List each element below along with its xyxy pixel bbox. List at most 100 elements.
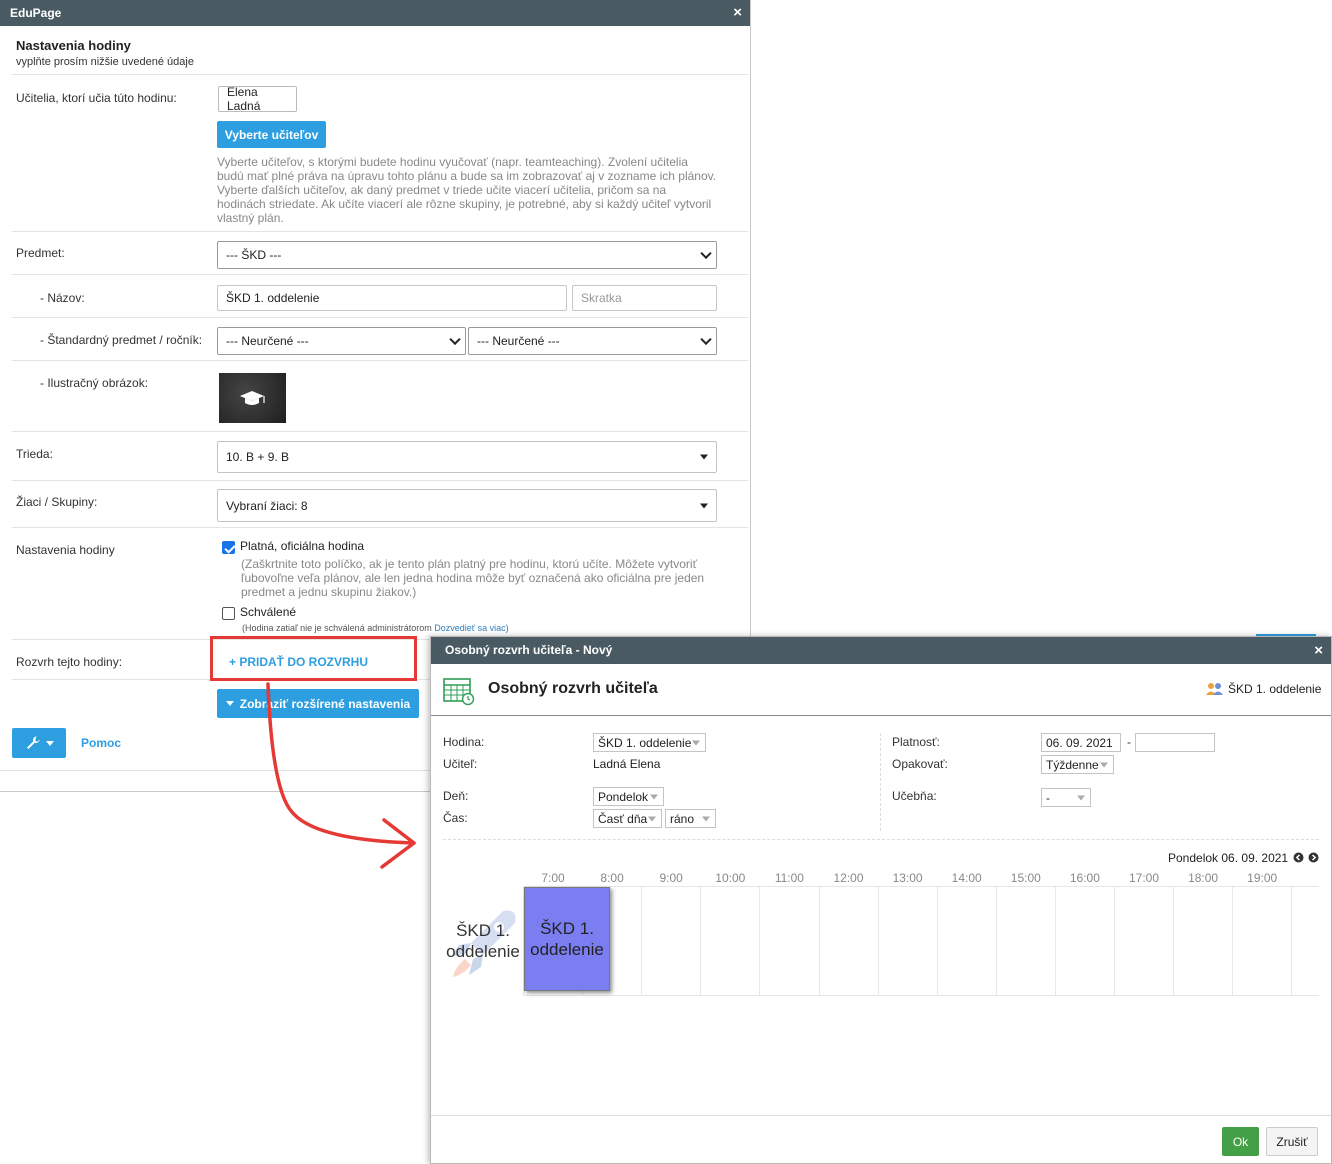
hint-line: vlastný plán. [217,211,284,225]
grid-column-line [1054,886,1056,996]
hour-label: 7:00 [541,871,565,885]
timeline-grid[interactable] [523,886,1319,996]
divider [12,231,748,232]
hour-label: 17:00 [1128,871,1160,885]
approved-checkbox[interactable] [222,607,235,620]
teacher-chip[interactable]: Elena Ladná [218,85,297,113]
learn-more-link[interactable]: Dozvedieť sa viac) [434,623,508,633]
caret-down-icon [1077,795,1085,800]
prev-day-icon[interactable] [1293,852,1304,863]
next-day-icon[interactable] [1308,852,1319,863]
grade-select[interactable]: --- Neurčené --- [468,327,717,355]
name-input[interactable]: ŠKD 1. oddelenie [217,285,567,311]
advanced-settings-button[interactable]: Zobraziť rozšírené nastavenia [217,689,419,718]
cas-select[interactable]: Časť dňa [593,809,662,828]
hint-line: hodinách striedate. Ak učíte viacerí ale… [217,197,712,211]
page-subtitle: vyplňte prosím nižšie uvedené údaje [16,56,194,68]
row-label: ŠKD 1. oddelenie [443,920,523,962]
divider [12,480,748,481]
standard-subject-label: - Štandardný predmet / ročník: [40,333,203,347]
row-label-line: oddelenie [446,942,520,961]
advanced-settings-label: Zobraziť rozšírené nastavenia [239,696,411,711]
divider [443,839,1319,840]
grade-value: --- Neurčené --- [477,334,560,348]
official-checkbox[interactable] [222,541,235,554]
subject-select[interactable]: --- ŠKD --- [217,241,717,269]
hodina-value: ŠKD 1. oddelenie [598,735,692,750]
wrench-icon [26,736,39,749]
grid-column-line [995,886,997,996]
approved-hint-text: (Hodina zatiaľ nie je schválená administ… [242,623,432,633]
hint-line: (Zaškrtnite toto políčko, ak je tento pl… [241,557,698,571]
chevron-down-icon [449,333,461,346]
caret-down-icon [648,816,656,821]
hour-label: 15:00 [1010,871,1041,885]
page-title: Nastavenia hodiny [16,38,131,53]
hour-label: 12:00 [833,871,864,885]
lesson-block[interactable]: ŠKD 1. oddelenie [524,887,610,991]
dialog-titlebar: Osobný rozvrh učiteľa - Nový × [431,637,1331,664]
cancel-button[interactable]: Zrušiť [1266,1127,1318,1156]
hour-label: 9:00 [659,871,683,885]
den-select[interactable]: Pondelok [593,787,664,806]
caret-down-icon [650,794,658,799]
calendar-grid-icon [443,678,475,706]
hodina-label: Hodina: [443,735,485,749]
highlight-box [210,636,417,681]
cas-label: Čas: [443,811,468,825]
classroom-value: - [1046,790,1050,805]
hint-line: budú mať plné práva na úpravu tohto plán… [217,169,717,183]
illustration-image[interactable] [219,373,286,423]
divider [12,74,748,75]
caret-down-icon [692,740,700,745]
grid-line [523,886,1319,887]
teacher-schedule-dialog: Osobný rozvrh učiteľa - Nový × Osobný ro… [430,636,1332,1164]
cas-part-select[interactable]: ráno [665,809,716,828]
divider [12,431,748,432]
chevron-down-icon [700,247,712,260]
dialog-title: Osobný rozvrh učiteľa - Nový [445,643,613,657]
platnost-label: Platnosť: [892,735,940,749]
hour-label: 18:00 [1188,871,1219,885]
lesson-settings-label: Nastavenia hodiny [16,543,115,557]
teachers-label: Učitelia, ktorí učia túto hodinu: [16,91,177,105]
hour-label: 16:00 [1069,871,1100,885]
ucitel-label: Učiteľ: [443,757,478,771]
divider [431,1115,1331,1116]
hodina-select[interactable]: ŠKD 1. oddelenie [593,733,706,752]
hour-label: 14:00 [951,871,982,885]
help-link[interactable]: Pomoc [81,736,121,750]
ok-button[interactable]: Ok [1222,1127,1259,1156]
students-select[interactable]: Vybraní žiaci: 8 [217,489,717,522]
students-label: Žiaci / Skupiny: [16,495,98,509]
group-icon [1206,683,1223,695]
lesson-block-line: ŠKD 1. [540,919,594,938]
dialog-title: EduPage [10,6,62,20]
lesson-block-line: oddelenie [530,940,604,959]
date-separator: - [1127,735,1131,749]
schedule-label: Rozvrh tejto hodiny: [16,655,123,669]
caret-down-icon [45,740,54,746]
class-label: Trieda: [16,447,53,461]
hour-label: 11:00 [774,871,804,885]
valid-to-input[interactable] [1135,733,1215,752]
den-label: Deň: [443,789,469,803]
close-icon[interactable]: × [1314,637,1323,664]
grid-column-line [877,886,879,996]
close-icon[interactable]: × [733,0,742,26]
graduation-cap-icon [240,391,265,405]
classroom-select[interactable]: - [1041,788,1091,807]
valid-from-input[interactable]: 06. 09. 2021 [1041,733,1121,752]
short-name-input[interactable]: Skratka [572,285,717,311]
select-teachers-button[interactable]: Vyberte učiteľov [217,121,326,148]
grid-column-line [641,886,643,996]
row-label-line: ŠKD 1. [456,921,510,940]
class-select[interactable]: 10. B + 9. B [217,441,717,473]
tools-button[interactable] [12,728,66,758]
repeat-select[interactable]: Týždenne [1041,755,1114,774]
grid-column-line [1114,886,1115,996]
hint-line: Vyberte učiteľov, s ktorými budete hodin… [217,155,688,169]
standard-subject-select[interactable]: --- Neurčené --- [217,327,466,355]
grid-column-line [700,886,702,996]
day-header: Pondelok 06. 09. 2021 [1168,851,1289,865]
